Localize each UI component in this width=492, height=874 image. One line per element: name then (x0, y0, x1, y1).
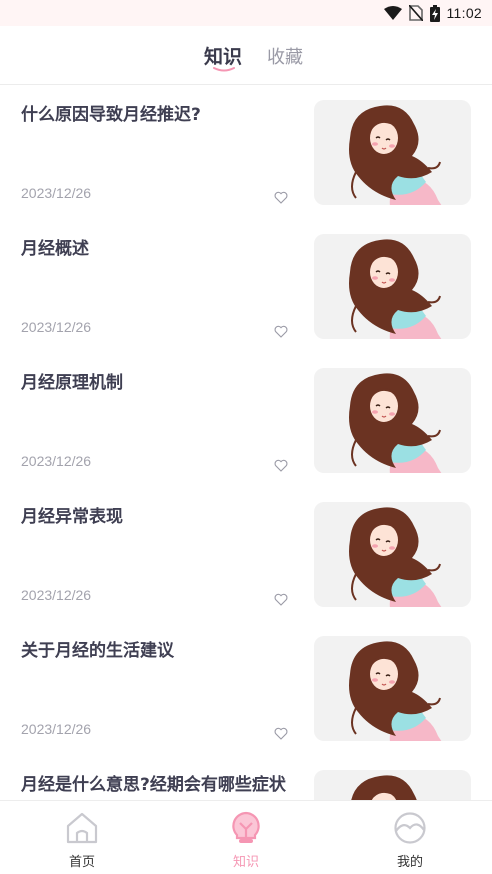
article-title: 什么原因导致月经推迟? (21, 105, 201, 125)
girl-illustration (349, 373, 442, 473)
heart-icon[interactable] (274, 459, 288, 472)
article-date: 2023/12/26 (21, 319, 92, 335)
article-thumbnail (314, 368, 471, 473)
profile-icon (394, 812, 426, 844)
nav-profile[interactable]: 我的 (328, 801, 492, 874)
battery-charging-icon (429, 4, 440, 22)
girl-illustration (349, 239, 442, 339)
article-date: 2023/12/26 (21, 587, 92, 603)
heart-icon[interactable] (274, 727, 288, 740)
article-thumbnail (314, 636, 471, 741)
girl-illustration (351, 775, 417, 800)
article-item[interactable]: 月经是什么意思?经期会有哪些症状 (0, 756, 492, 800)
article-thumbnail (314, 100, 471, 205)
wifi-icon (383, 6, 402, 20)
status-bar: 11:02 (0, 0, 492, 26)
article-thumbnail (314, 502, 471, 607)
article-item[interactable]: 月经原理机制 2023/12/26 (0, 354, 492, 488)
no-sim-icon (408, 5, 423, 21)
article-item[interactable]: 月经概述 2023/12/26 (0, 220, 492, 354)
article-title: 月经原理机制 (21, 373, 123, 393)
lightbulb-icon (232, 811, 260, 843)
heart-icon[interactable] (274, 325, 288, 338)
heart-icon[interactable] (274, 593, 288, 606)
article-item[interactable]: 什么原因导致月经推迟? 2023/12/26 (0, 86, 492, 220)
article-date: 2023/12/26 (21, 721, 92, 737)
article-title: 月经是什么意思?经期会有哪些症状 (21, 775, 286, 795)
article-date: 2023/12/26 (21, 185, 92, 201)
status-icons: 11:02 (383, 4, 483, 22)
bottom-nav: 首页 知识 我的 (0, 800, 492, 874)
nav-home-label: 首页 (68, 855, 95, 870)
article-item[interactable]: 关于月经的生活建议 2023/12/26 (0, 622, 492, 756)
article-list: 什么原因导致月经推迟? 2023/12/26 月经概述 2023/12/26 月… (0, 86, 492, 800)
article-item[interactable]: 月经异常表现 2023/12/26 (0, 488, 492, 622)
nav-profile-label: 我的 (396, 855, 423, 870)
girl-illustration (349, 507, 442, 607)
tab-favorites[interactable]: 收藏 (267, 43, 303, 69)
heart-icon[interactable] (274, 191, 288, 204)
girl-illustration (349, 641, 442, 741)
nav-knowledge[interactable]: 知识 (164, 801, 328, 874)
article-title: 月经概述 (21, 239, 89, 259)
article-title: 月经异常表现 (21, 507, 123, 527)
header: 知识 收藏 (0, 26, 492, 85)
home-icon (66, 812, 98, 844)
article-thumbnail (314, 770, 471, 800)
article-title: 关于月经的生活建议 (21, 641, 174, 661)
tab-knowledge[interactable]: 知识 (204, 42, 242, 69)
nav-knowledge-label: 知识 (232, 855, 259, 870)
status-time: 11:02 (446, 5, 482, 21)
article-date: 2023/12/26 (21, 453, 92, 469)
girl-illustration (349, 105, 442, 205)
nav-home[interactable]: 首页 (0, 801, 164, 874)
article-thumbnail (314, 234, 471, 339)
tab-active-indicator (213, 67, 235, 72)
